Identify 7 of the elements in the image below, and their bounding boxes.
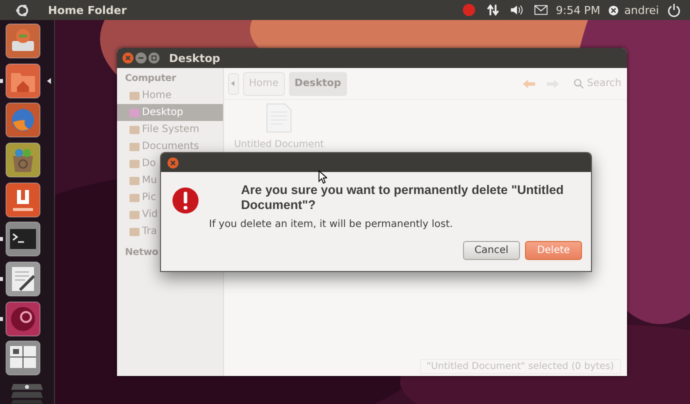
- sidebar-heading: Netwo: [124, 246, 160, 260]
- dialog-message: If you delete an item, it will be permanently lost.: [209, 219, 454, 230]
- sidebar-heading: Computer: [124, 72, 178, 86]
- window-title: Desktop: [169, 52, 220, 64]
- status-bar: "Untitled Document" selected (0 bytes): [420, 359, 621, 374]
- app-title: Home Folder: [48, 4, 127, 16]
- dialog-heading: Are you sure you want to permanently delete "Untitled Document"?: [241, 183, 565, 213]
